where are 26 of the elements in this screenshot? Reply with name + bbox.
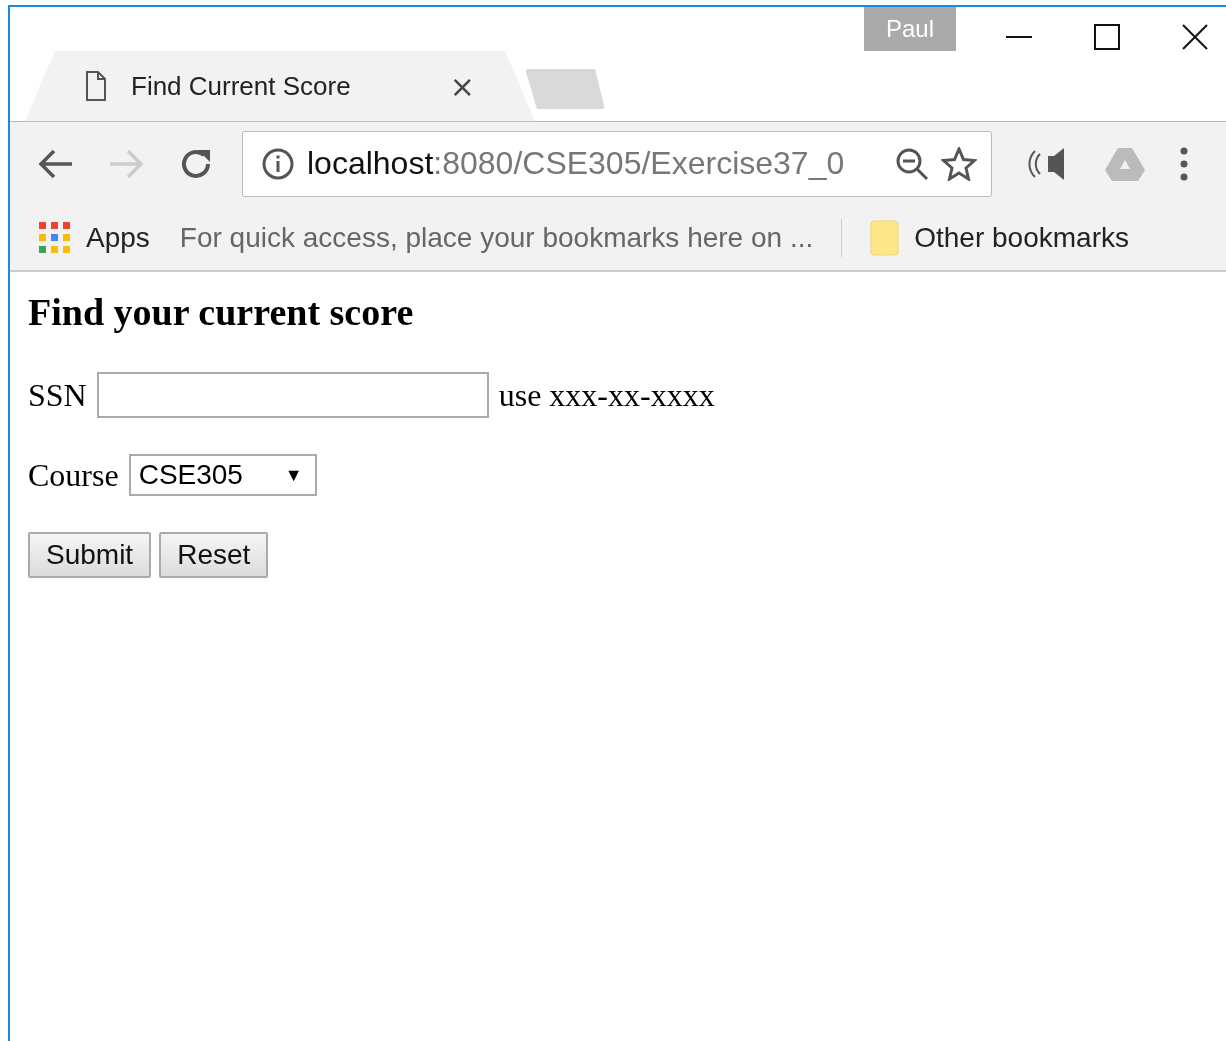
ssn-hint: use xxx-xx-xxxx xyxy=(498,376,715,414)
page-icon xyxy=(85,71,107,101)
apps-icon[interactable] xyxy=(38,220,72,255)
submit-button[interactable]: Submit xyxy=(28,532,152,578)
reset-button[interactable]: Reset xyxy=(159,532,269,578)
close-icon[interactable] xyxy=(1182,24,1208,50)
zoom-out-icon[interactable] xyxy=(895,146,929,181)
ssn-label: SSN xyxy=(28,376,87,414)
minimize-icon[interactable] xyxy=(1006,35,1032,39)
page-heading: Find your current score xyxy=(28,290,415,334)
back-icon[interactable] xyxy=(38,147,74,180)
maximize-icon[interactable] xyxy=(1094,24,1120,50)
course-dropdown[interactable]: CSE305 ▼ xyxy=(128,454,317,496)
tab-close-button[interactable]: × xyxy=(449,68,475,104)
ssn-input[interactable] xyxy=(96,372,489,418)
info-icon[interactable] xyxy=(261,146,295,181)
bookmarks-hint: For quick access, place your bookmarks here on ... xyxy=(179,221,814,254)
tab-title: Find Current Score xyxy=(131,70,352,102)
browser-tab[interactable]: Find Current Score × xyxy=(25,51,535,121)
star-icon[interactable] xyxy=(941,146,977,181)
menu-icon[interactable] xyxy=(1180,146,1188,181)
address-bar[interactable]: localhost:8080/CSE305/Exercise37_0 xyxy=(242,130,992,197)
address-text: localhost:8080/CSE305/Exercise37_0 xyxy=(307,145,846,182)
course-label: Course xyxy=(28,456,119,494)
other-bookmarks-link[interactable]: Other bookmarks xyxy=(914,221,1129,254)
apps-link[interactable]: Apps xyxy=(86,221,150,254)
